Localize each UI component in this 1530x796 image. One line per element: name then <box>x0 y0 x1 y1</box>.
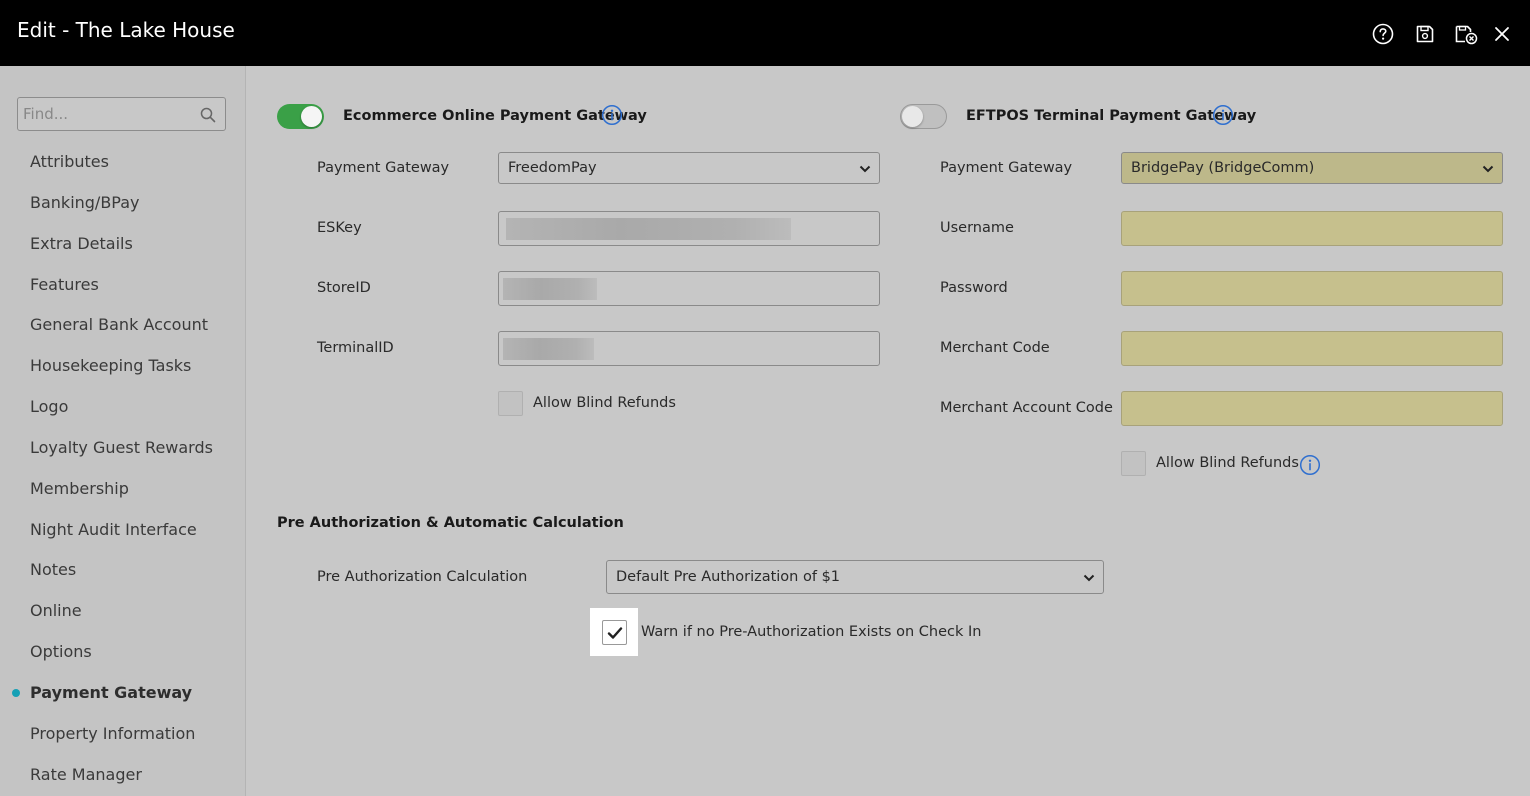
storeid-field[interactable] <box>498 271 880 306</box>
eftpos-blind-refunds-checkbox[interactable] <box>1121 451 1146 476</box>
sidebar-item-rate-manager[interactable]: Rate Manager <box>30 765 142 784</box>
save-close-icon[interactable] <box>1454 22 1478 46</box>
ecommerce-gateway-value: FreedomPay <box>508 160 597 176</box>
eskey-label: ESKey <box>317 220 362 236</box>
toggle-knob <box>902 106 923 127</box>
search-box <box>17 97 226 131</box>
redacted-value <box>503 278 597 300</box>
sidebar-item-attributes[interactable]: Attributes <box>30 152 109 171</box>
close-icon[interactable] <box>1490 22 1514 46</box>
ecommerce-gateway-label: Payment Gateway <box>317 160 450 176</box>
eftpos-blind-refunds-label: Allow Blind Refunds <box>1156 455 1299 471</box>
preauth-calc-select[interactable]: Default Pre Authorization of $1 <box>606 560 1104 594</box>
sidebar-item-property-information[interactable]: Property Information <box>30 724 195 743</box>
title-bar: Edit - The Lake House <box>0 0 1530 66</box>
sidebar-item-banking-bpay[interactable]: Banking/BPay <box>30 193 140 212</box>
search-input[interactable] <box>23 103 193 125</box>
sidebar-item-online[interactable]: Online <box>30 601 82 620</box>
sidebar-item-night-audit-interface[interactable]: Night Audit Interface <box>30 520 197 539</box>
storeid-label: StoreID <box>317 280 371 296</box>
ecommerce-blind-refunds-label: Allow Blind Refunds <box>533 395 676 411</box>
eftpos-blind-refunds-info-icon[interactable] <box>1299 454 1321 476</box>
eftpos-info-icon[interactable] <box>1212 104 1234 126</box>
merchant-code-field[interactable] <box>1121 331 1503 366</box>
chevron-down-icon <box>1482 165 1494 173</box>
sidebar-item-loyalty-guest-rewards[interactable]: Loyalty Guest Rewards <box>30 438 213 457</box>
password-label: Password <box>940 280 1008 296</box>
ecommerce-gateway-select[interactable]: FreedomPay <box>498 152 880 184</box>
username-label: Username <box>940 220 1014 236</box>
preauth-calc-value: Default Pre Authorization of $1 <box>616 569 841 585</box>
window-title: Edit - The Lake House <box>17 18 235 42</box>
terminalid-field[interactable] <box>498 331 880 366</box>
sidebar-item-membership[interactable]: Membership <box>30 479 129 498</box>
chevron-down-icon <box>1083 574 1095 582</box>
sidebar: Attributes Banking/BPay Extra Details Fe… <box>0 66 246 796</box>
save-icon[interactable] <box>1413 22 1437 46</box>
eftpos-gateway-label: Payment Gateway <box>940 160 1073 176</box>
merchant-account-code-field[interactable] <box>1121 391 1503 426</box>
password-field[interactable] <box>1121 271 1503 306</box>
ecommerce-info-icon[interactable] <box>601 104 623 126</box>
warn-preauth-label: Warn if no Pre-Authorization Exists on C… <box>641 624 982 640</box>
warn-preauth-checkbox[interactable] <box>602 620 627 645</box>
chevron-down-icon <box>859 165 871 173</box>
ecommerce-blind-refunds-checkbox[interactable] <box>498 391 523 416</box>
redacted-value <box>503 338 594 360</box>
ecommerce-toggle[interactable] <box>277 104 324 129</box>
sidebar-item-payment-gateway[interactable]: Payment Gateway <box>30 683 192 702</box>
terminalid-label: TerminalID <box>317 340 394 356</box>
redacted-value <box>506 218 791 240</box>
username-field[interactable] <box>1121 211 1503 246</box>
sidebar-item-general-bank-account[interactable]: General Bank Account <box>30 315 208 334</box>
sidebar-item-options[interactable]: Options <box>30 642 92 661</box>
eftpos-gateway-value: BridgePay (BridgeComm) <box>1131 160 1315 176</box>
merchant-account-code-label: Merchant Account Code <box>940 400 1113 416</box>
sidebar-item-logo[interactable]: Logo <box>30 397 68 416</box>
eftpos-gateway-select[interactable]: BridgePay (BridgeComm) <box>1121 152 1503 184</box>
sidebar-item-housekeeping-tasks[interactable]: Housekeeping Tasks <box>30 356 191 375</box>
sidebar-item-notes[interactable]: Notes <box>30 560 76 579</box>
active-indicator <box>12 689 20 697</box>
search-icon[interactable] <box>200 107 216 123</box>
sidebar-item-features[interactable]: Features <box>30 275 99 294</box>
preauth-section-title: Pre Authorization & Automatic Calculatio… <box>277 515 624 531</box>
sidebar-item-extra-details[interactable]: Extra Details <box>30 234 133 253</box>
main-content: Ecommerce Online Payment Gateway Payment… <box>247 66 1530 796</box>
merchant-code-label: Merchant Code <box>940 340 1050 356</box>
eftpos-toggle[interactable] <box>900 104 947 129</box>
help-icon[interactable] <box>1371 22 1395 46</box>
eskey-field[interactable] <box>498 211 880 246</box>
preauth-calc-label: Pre Authorization Calculation <box>317 569 528 585</box>
checkmark-icon <box>607 627 623 639</box>
toggle-knob <box>301 106 322 127</box>
